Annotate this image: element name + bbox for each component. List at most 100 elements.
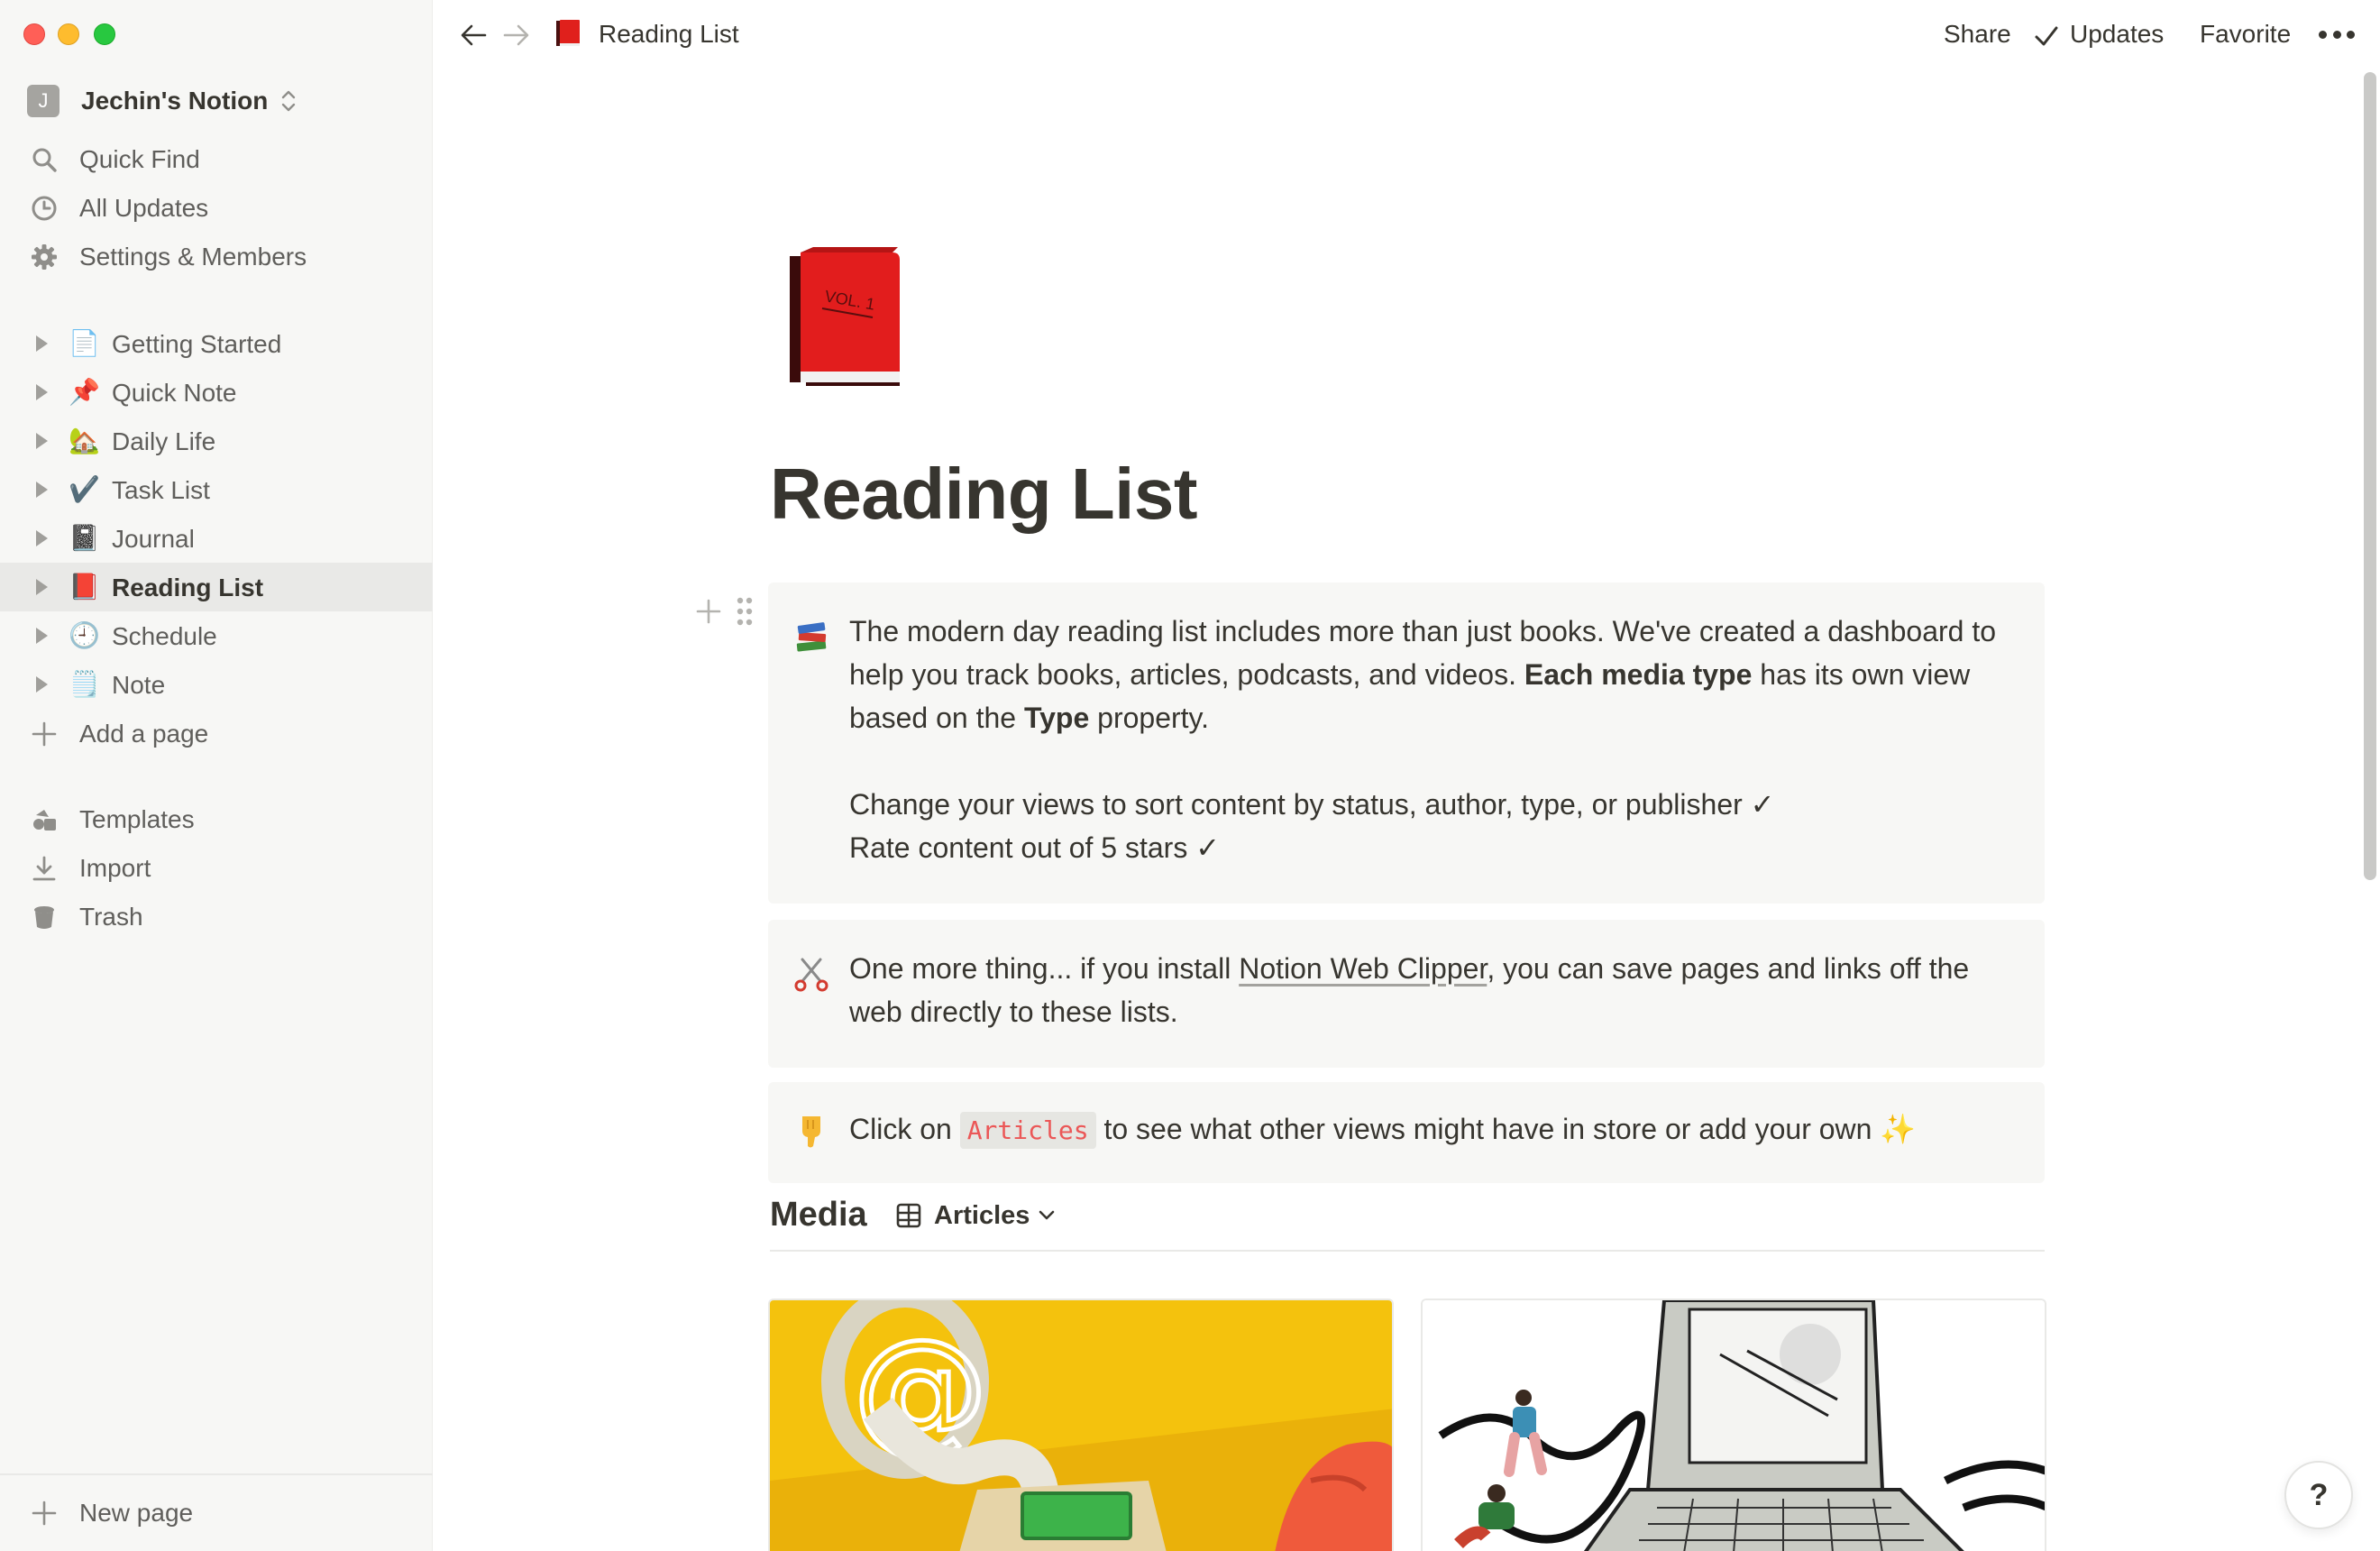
page-icon: 📄: [69, 329, 100, 357]
sidebar-item-label: Templates: [79, 805, 195, 833]
workspace-name: Jechin's Notion: [81, 87, 269, 115]
callout-line: Rate content out of 5 stars ✓: [849, 831, 1221, 864]
page-title[interactable]: Reading List: [770, 453, 1198, 536]
sidebar: J Jechin's Notion Quick Find All Updates: [0, 0, 433, 1551]
red-book-icon[interactable]: VOL. 1: [786, 243, 903, 388]
gallery-card-article-1[interactable]: @: [768, 1299, 1394, 1551]
page-content: VOL. 1 Reading List The modern day readi…: [433, 69, 2380, 1551]
sidebar-item-daily-life[interactable]: 🏡 Daily Life: [0, 417, 433, 465]
expand-toggle-icon[interactable]: [36, 530, 48, 546]
new-page-label: New page: [79, 1499, 194, 1527]
sidebar-item-reading-list[interactable]: 📕 Reading List: [0, 563, 433, 611]
pushpin-icon: 📌: [69, 378, 100, 406]
spiral-notepad-icon: 🗒️: [69, 670, 100, 698]
window-zoom-button[interactable]: [94, 23, 115, 45]
gallery-card-article-2[interactable]: [1421, 1299, 2046, 1551]
scissors-icon: [794, 958, 828, 992]
expand-toggle-icon[interactable]: [36, 384, 48, 400]
house-icon: 🏡: [69, 427, 100, 454]
workspace-avatar: J: [27, 85, 60, 117]
sidebar-settings-members[interactable]: Settings & Members: [0, 232, 433, 280]
red-book-icon: [556, 20, 580, 46]
callout-text: Click on Articles to see what other view…: [849, 1107, 2018, 1152]
sidebar-item-label: Quick Note: [112, 379, 237, 407]
sidebar-item-schedule[interactable]: 🕘 Schedule: [0, 611, 433, 660]
check-icon: [2035, 26, 2058, 46]
callout-text: The modern day reading list includes mor…: [849, 610, 2018, 869]
clock-icon: [32, 196, 57, 221]
sidebar-item-label: Import: [79, 854, 151, 882]
chevron-updown-icon: [282, 90, 296, 112]
view-switcher[interactable]: Articles: [896, 1199, 1055, 1232]
callout-text: One more thing... if you install Notion …: [849, 947, 2018, 1033]
chevron-down-icon: [1039, 1210, 1055, 1220]
expand-toggle-icon[interactable]: [36, 579, 48, 595]
checkmark-icon: ✔️: [69, 475, 100, 503]
sidebar-item-quick-note[interactable]: 📌 Quick Note: [0, 368, 433, 417]
callout-text-run: One more thing... if you install: [849, 952, 1240, 985]
divider: [0, 1473, 433, 1475]
more-options-icon[interactable]: [2319, 31, 2355, 40]
card-cover-illustration: [1423, 1300, 2045, 1551]
inline-code: Articles: [959, 1112, 1096, 1149]
trash-icon: [34, 906, 54, 929]
callout-intro[interactable]: The modern day reading list includes mor…: [768, 583, 2045, 904]
sidebar-item-note[interactable]: 🗒️ Note: [0, 660, 433, 709]
topbar: Reading List Share Updates Favorite: [433, 0, 2380, 69]
share-button[interactable]: Share: [1944, 20, 2011, 49]
callout-articles-hint[interactable]: Click on Articles to see what other view…: [768, 1082, 2045, 1183]
sidebar-import[interactable]: Import: [0, 843, 433, 892]
callout-text-run: property.: [1089, 702, 1210, 734]
forward-arrow-icon[interactable]: [501, 20, 532, 50]
card-cover-illustration: @: [770, 1300, 1392, 1551]
sidebar-item-label: Settings & Members: [79, 243, 307, 271]
expand-toggle-icon[interactable]: [36, 433, 48, 449]
view-name: Articles: [934, 1200, 1030, 1230]
sidebar-item-task-list[interactable]: ✔️ Task List: [0, 465, 433, 514]
expand-toggle-icon[interactable]: [36, 676, 48, 693]
books-icon: [796, 622, 827, 652]
callout-web-clipper[interactable]: One more thing... if you install Notion …: [768, 920, 2045, 1068]
workspace-switcher[interactable]: J Jechin's Notion: [27, 83, 298, 119]
add-page-button[interactable]: Add a page: [0, 709, 433, 757]
sidebar-item-label: Getting Started: [112, 330, 282, 358]
sidebar-item-getting-started[interactable]: 📄 Getting Started: [0, 319, 433, 368]
pointing-down-icon: [802, 1116, 820, 1148]
sidebar-all-updates[interactable]: All Updates: [0, 183, 433, 232]
back-arrow-icon[interactable]: [458, 20, 489, 50]
sidebar-item-label: Daily Life: [112, 427, 216, 455]
import-icon: [32, 856, 56, 881]
notion-web-clipper-link[interactable]: Notion Web Clipper: [1239, 952, 1487, 985]
database-title[interactable]: Media: [770, 1196, 867, 1234]
scrollbar[interactable]: [2364, 72, 2376, 880]
sidebar-templates[interactable]: Templates: [0, 794, 433, 843]
plus-icon: [32, 721, 57, 747]
window-minimize-button[interactable]: [58, 23, 79, 45]
sidebar-item-label: Schedule: [112, 622, 217, 650]
database-header: Media Articles: [770, 1196, 2045, 1252]
expand-toggle-icon[interactable]: [36, 482, 48, 498]
notebook-icon: 📓: [69, 524, 100, 552]
favorite-button[interactable]: Favorite: [2200, 20, 2291, 49]
sidebar-item-label: Task List: [112, 476, 210, 504]
expand-toggle-icon[interactable]: [36, 335, 48, 352]
bold-text: Type: [1023, 702, 1090, 734]
sidebar-item-label: All Updates: [79, 194, 209, 222]
expand-toggle-icon[interactable]: [36, 628, 48, 644]
block-handle-icons[interactable]: [696, 593, 759, 629]
sidebar-quick-find[interactable]: Quick Find: [0, 134, 433, 183]
add-page-label: Add a page: [79, 720, 209, 748]
window-close-button[interactable]: [23, 23, 45, 45]
sidebar-trash[interactable]: Trash: [0, 892, 433, 941]
gear-icon: [32, 244, 57, 270]
help-button[interactable]: ?: [2284, 1461, 2353, 1529]
red-book-icon: 📕: [69, 573, 100, 601]
search-icon: [32, 148, 57, 172]
sidebar-item-label: Quick Find: [79, 145, 200, 173]
breadcrumb[interactable]: Reading List: [599, 20, 739, 49]
sidebar-item-label: Reading List: [112, 574, 264, 601]
new-page-button[interactable]: New page: [0, 1488, 433, 1537]
updates-button[interactable]: Updates: [2070, 20, 2164, 49]
sidebar-item-journal[interactable]: 📓 Journal: [0, 514, 433, 563]
bold-text: Each media type: [1524, 658, 1753, 691]
